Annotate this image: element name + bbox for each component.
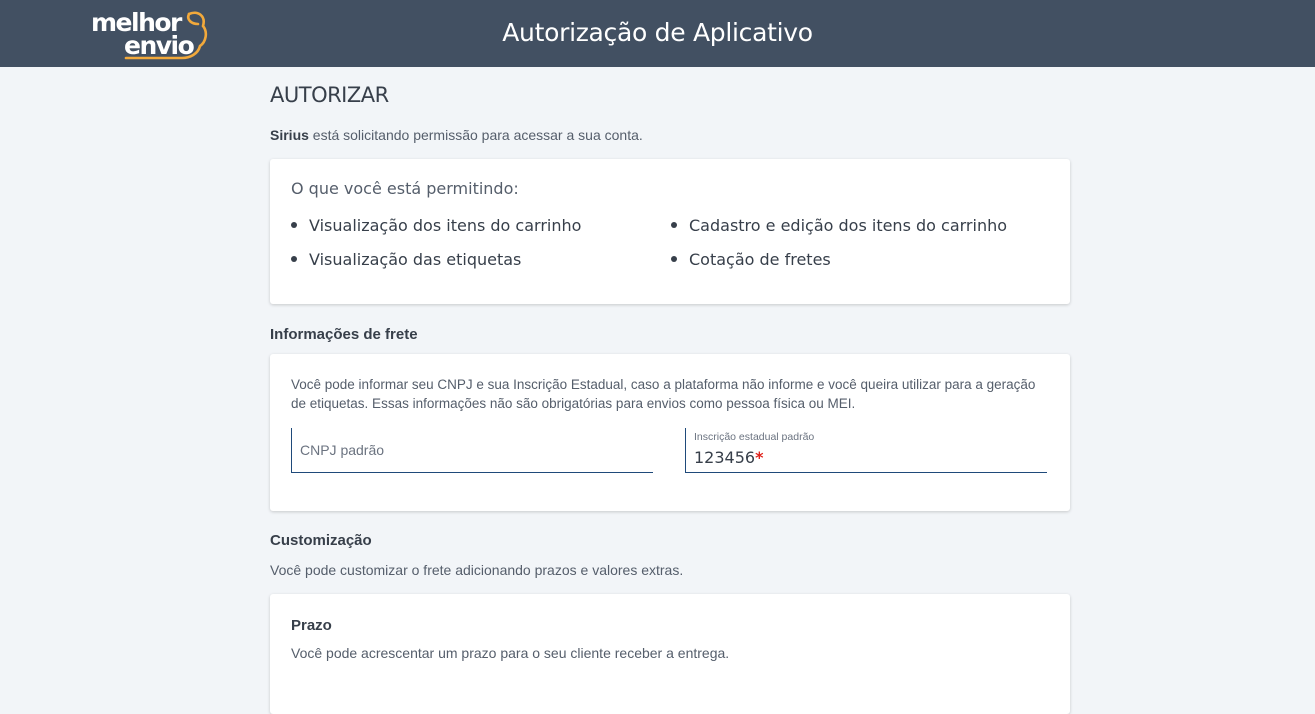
permission-item: Visualização dos itens do carrinho [291,216,581,235]
bullet-icon [291,221,297,228]
state-registration-value: 123456* [694,448,764,467]
permission-item: Cadastro e edição dos itens do carrinho [671,216,1007,235]
prazo-card: Prazo Você pode acrescentar um prazo par… [270,594,1070,714]
top-bar: melhor envio Autorização de Aplicativo [0,0,1315,67]
shipping-info-description: Você pode informar seu CNPJ e sua Inscri… [291,377,1036,411]
customization-title: Customização [270,532,372,549]
permissions-card: O que você está permitindo: Visualização… [270,159,1070,304]
permission-item: Visualização das etiquetas [291,250,521,269]
bullet-icon [671,221,677,228]
customization-description: Você pode customizar o frete adicionando… [270,562,684,578]
authorize-heading: AUTORIZAR [270,83,389,107]
prazo-title: Prazo [291,617,332,634]
app-name: Sirius [270,127,309,143]
permissions-title: O que você está permitindo: [291,179,519,198]
cnpj-field[interactable]: CNPJ padrão [291,428,653,473]
permission-item: Cotação de fretes [671,250,831,269]
bullet-icon [671,255,677,262]
state-registration-label: Inscrição estadual padrão [694,431,815,443]
cnpj-placeholder: CNPJ padrão [300,442,385,458]
page-title: Autorização de Aplicativo [502,18,813,47]
request-message: está solicitando permissão para acessar … [308,127,643,143]
required-marker: * [755,448,764,467]
bullet-icon [291,255,297,262]
shipping-info-card: Você pode informar seu CNPJ e sua Inscri… [270,354,1070,511]
request-text: Sirius está solicitando permissão para a… [270,127,643,143]
shipping-info-title: Informações de frete [270,326,418,343]
prazo-description: Você pode acrescentar um prazo para o se… [291,645,730,661]
state-registration-field[interactable]: Inscrição estadual padrão 123456* [685,428,1047,473]
